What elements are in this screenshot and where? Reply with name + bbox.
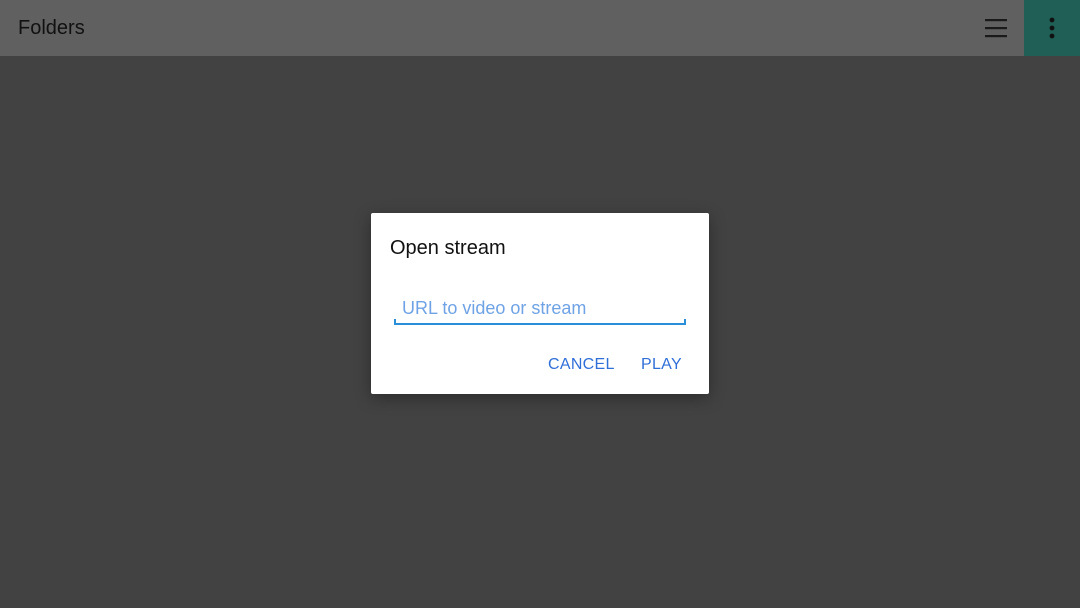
play-button[interactable]: PLAY — [641, 353, 682, 377]
hamburger-menu-icon — [985, 19, 1007, 38]
overflow-menu-button[interactable] — [1024, 0, 1080, 56]
input-edge-right — [684, 319, 686, 325]
toolbar: Folders — [0, 0, 1080, 56]
menu-button[interactable] — [976, 8, 1016, 48]
app-window: Folders Open stream CANCEL PLAY — [0, 0, 1080, 608]
cancel-button[interactable]: CANCEL — [548, 353, 615, 377]
url-input[interactable] — [394, 293, 686, 325]
more-vertical-icon — [1049, 17, 1055, 39]
open-stream-dialog: Open stream CANCEL PLAY — [371, 213, 709, 394]
dialog-title: Open stream — [390, 237, 506, 259]
input-edge-left — [394, 319, 396, 325]
page-title: Folders — [18, 17, 85, 39]
